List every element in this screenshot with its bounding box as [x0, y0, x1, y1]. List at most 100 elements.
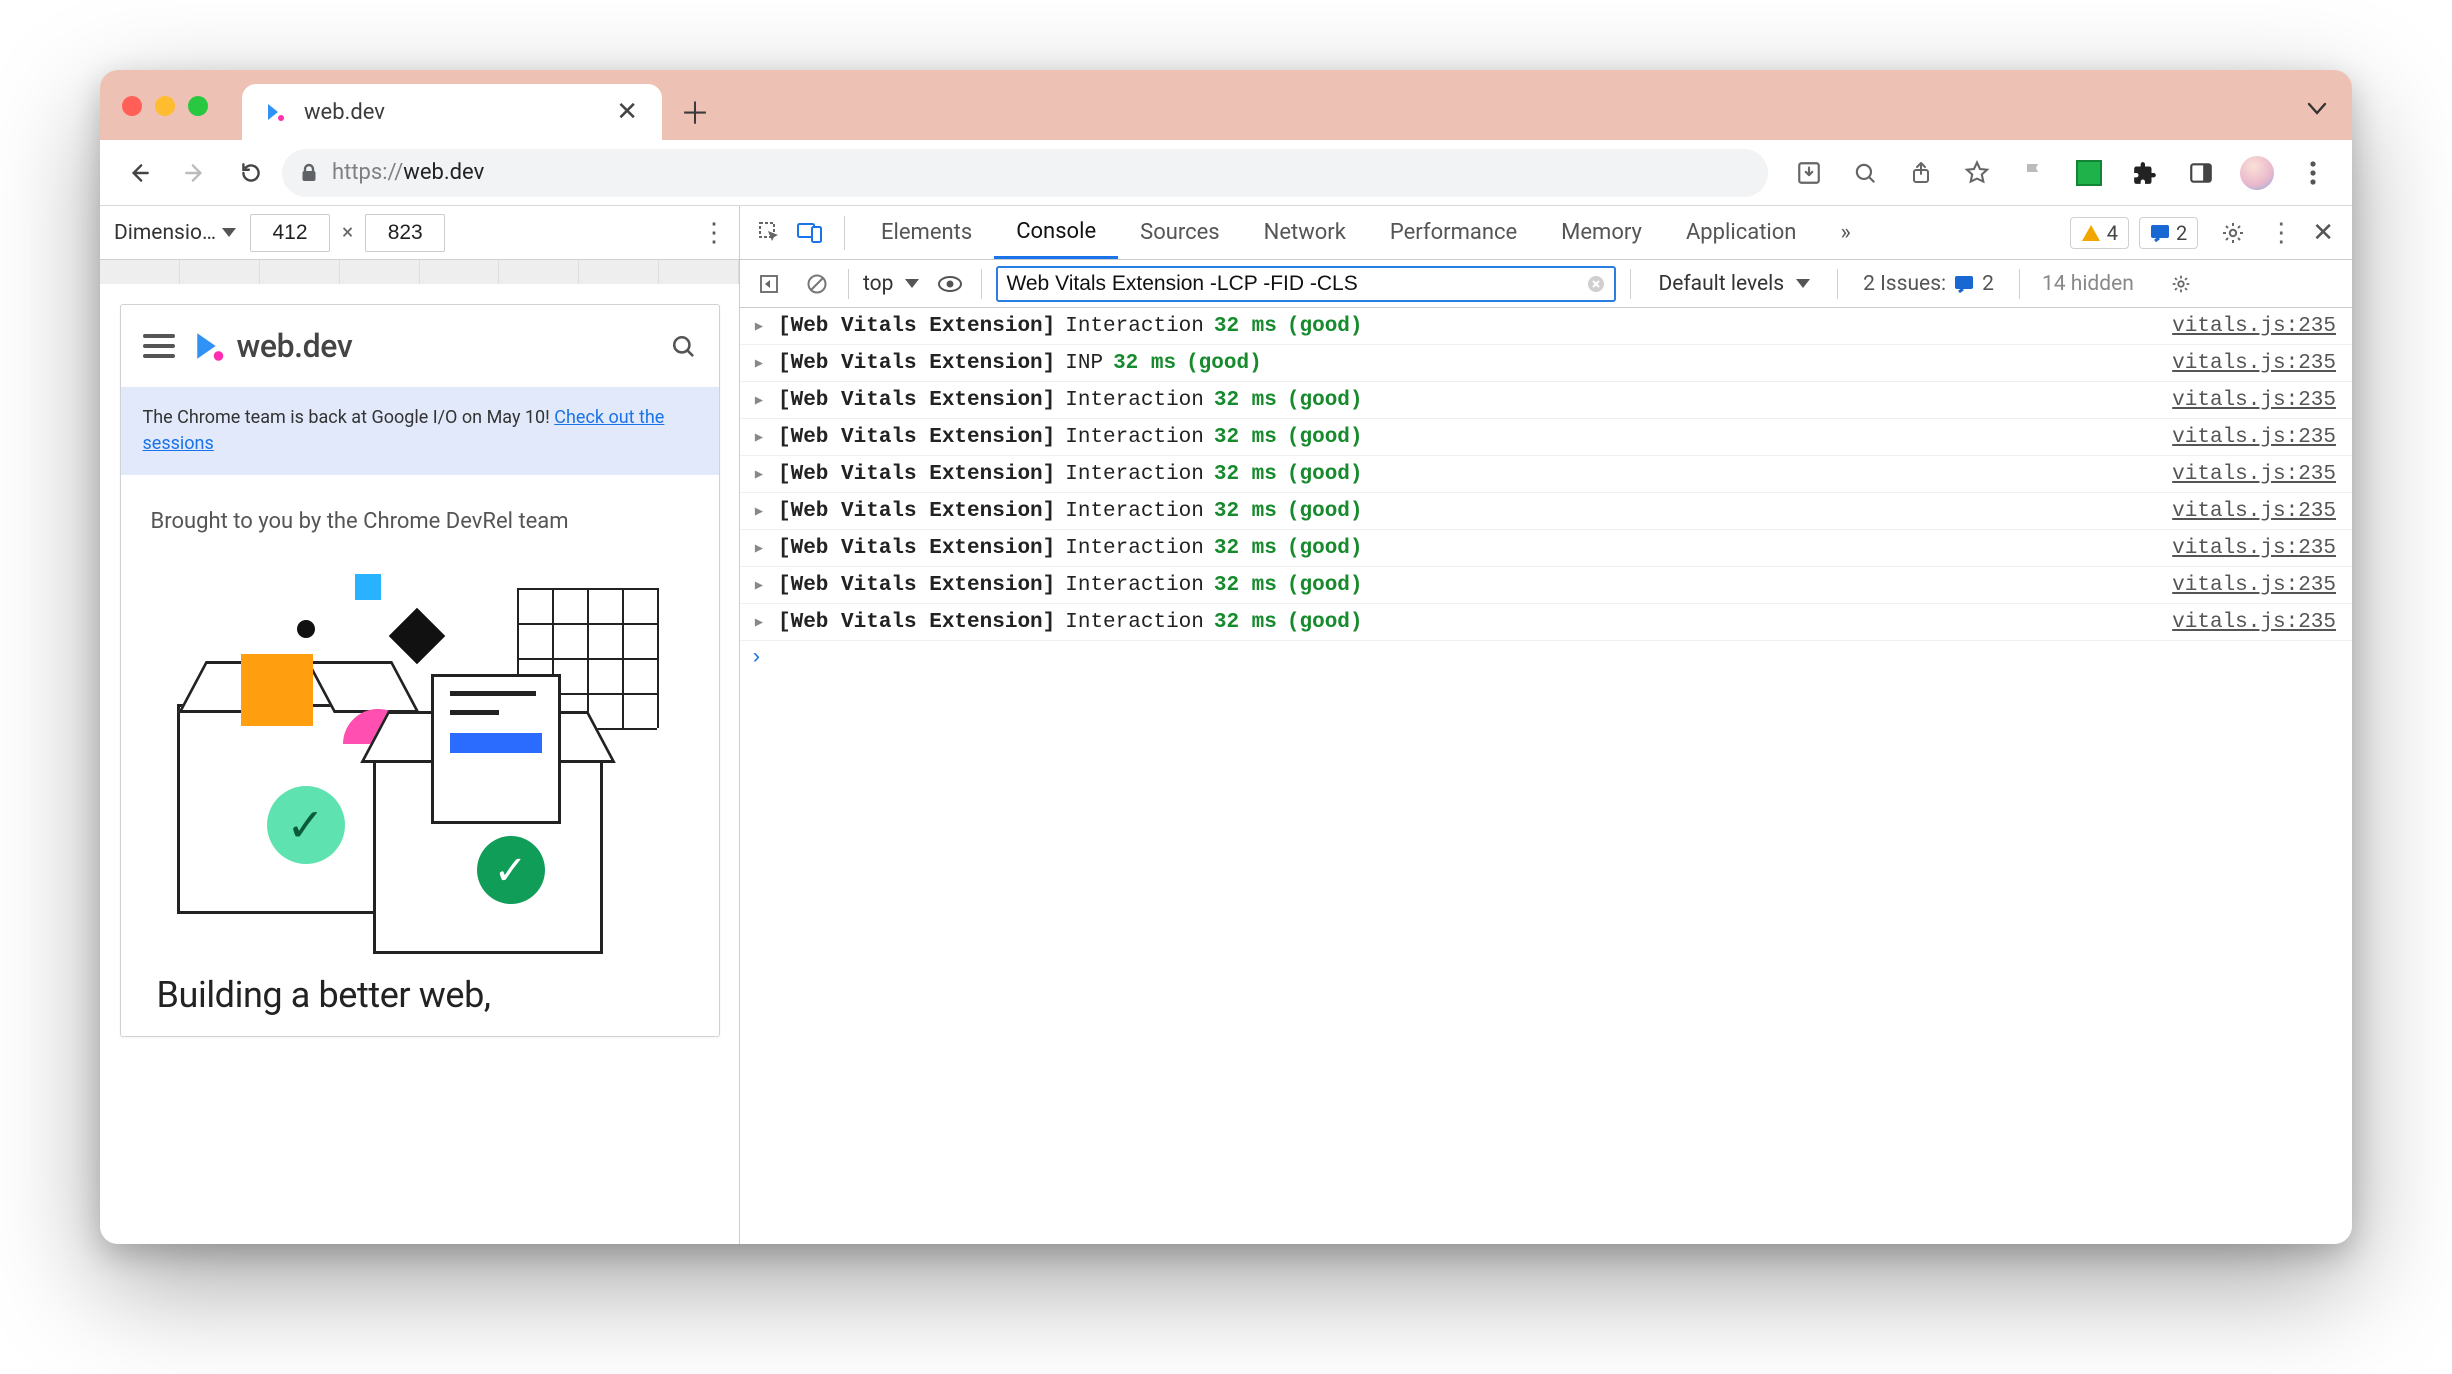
side-panel-button[interactable]	[2176, 148, 2226, 198]
log-source-link[interactable]: vitals.js:235	[2172, 315, 2336, 338]
console-sidebar-toggle[interactable]	[752, 259, 786, 309]
inspect-element-button[interactable]	[750, 208, 790, 258]
console-filter-input[interactable]	[996, 266, 1616, 302]
log-source-tag: [Web Vitals Extension]	[778, 611, 1055, 634]
devtools-settings-button[interactable]	[2208, 208, 2258, 258]
browser-tab[interactable]: web.dev ✕	[242, 84, 662, 140]
device-height-input[interactable]	[365, 214, 445, 252]
console-output[interactable]: ▸ [Web Vitals Extension] Interaction 32 m…	[740, 308, 2352, 1244]
banner-text: The Chrome team is back at Google I/O on…	[143, 407, 555, 428]
share-button[interactable]	[1896, 148, 1946, 198]
log-source-tag: [Web Vitals Extension]	[778, 352, 1055, 375]
device-width-input[interactable]	[250, 214, 330, 252]
site-logo[interactable]: web.dev	[193, 327, 353, 365]
devtools-close-button[interactable]: ✕	[2304, 218, 2342, 248]
live-expression-button[interactable]	[933, 259, 967, 309]
devtools-tab-performance[interactable]: Performance	[1368, 206, 1539, 259]
devtools-tabs-overflow[interactable]: »	[1818, 206, 1872, 259]
log-source-link[interactable]: vitals.js:235	[2172, 426, 2336, 449]
console-filter-field[interactable]	[1006, 272, 1586, 296]
tab-close-button[interactable]: ✕	[610, 97, 644, 127]
log-metric: Interaction	[1065, 389, 1204, 412]
device-toolbar-menu[interactable]: ⋮	[701, 218, 727, 248]
devtools-tab-memory[interactable]: Memory	[1539, 206, 1664, 259]
url-scheme: https://	[332, 160, 403, 185]
web-vitals-extension-icon[interactable]	[2064, 148, 2114, 198]
device-toggle-button[interactable]	[790, 208, 830, 258]
devtools-tab-elements[interactable]: Elements	[859, 206, 994, 259]
clear-filter-button[interactable]	[1586, 274, 1606, 294]
log-metric: INP	[1065, 352, 1103, 375]
log-metric: Interaction	[1065, 537, 1204, 560]
device-viewport[interactable]: web.dev The Chrome team is back at Googl…	[100, 284, 739, 1244]
issues-button[interactable]: 2 Issues: 2	[1852, 267, 2005, 301]
log-source-link[interactable]: vitals.js:235	[2172, 463, 2336, 486]
device-toolbar: Dimensio… × ⋮	[100, 206, 739, 260]
extensions-button[interactable]	[2120, 148, 2170, 198]
console-row[interactable]: ▸[Web Vitals Extension] Interaction 32 m…	[740, 308, 2352, 345]
expand-icon[interactable]: ▸	[750, 535, 768, 561]
console-row[interactable]: ▸[Web Vitals Extension] Interaction 32 m…	[740, 382, 2352, 419]
log-rating: (good)	[1287, 426, 1363, 449]
window-zoom-button[interactable]	[188, 96, 208, 116]
hidden-messages-count[interactable]: 14 hidden	[2034, 272, 2142, 296]
new-tab-button[interactable]: ＋	[672, 88, 718, 134]
warnings-chip[interactable]: 4	[2070, 217, 2129, 249]
context-select[interactable]: top	[863, 272, 919, 296]
console-row[interactable]: ▸[Web Vitals Extension] Interaction 32 m…	[740, 530, 2352, 567]
expand-icon[interactable]: ▸	[750, 350, 768, 376]
log-source-link[interactable]: vitals.js:235	[2172, 537, 2336, 560]
console-row[interactable]: ▸[Web Vitals Extension] Interaction 32 m…	[740, 493, 2352, 530]
clear-console-button[interactable]	[800, 259, 834, 309]
profile-avatar[interactable]	[2232, 148, 2282, 198]
zoom-button[interactable]	[1840, 148, 1890, 198]
expand-icon[interactable]: ▸	[750, 609, 768, 635]
log-source-tag: [Web Vitals Extension]	[778, 426, 1055, 449]
tabs-menu-button[interactable]	[2294, 86, 2340, 132]
back-button[interactable]	[114, 148, 164, 198]
console-row[interactable]: ▸[Web Vitals Extension] Interaction 32 m…	[740, 567, 2352, 604]
devtools-tab-network[interactable]: Network	[1242, 206, 1368, 259]
console-prompt[interactable]: ›	[740, 641, 2352, 676]
devtools-tab-sources[interactable]: Sources	[1118, 206, 1242, 259]
install-app-button[interactable]	[1784, 148, 1834, 198]
flag-extension-icon[interactable]	[2008, 148, 2058, 198]
search-icon[interactable]	[669, 332, 697, 360]
expand-icon[interactable]: ▸	[750, 572, 768, 598]
log-metric: Interaction	[1065, 500, 1204, 523]
console-settings-button[interactable]	[2156, 259, 2206, 309]
expand-icon[interactable]: ▸	[750, 387, 768, 413]
log-value: 32 ms	[1214, 426, 1277, 449]
address-bar[interactable]: https://web.dev	[282, 149, 1768, 197]
log-value: 32 ms	[1214, 463, 1277, 486]
bookmark-button[interactable]	[1952, 148, 2002, 198]
console-row[interactable]: ▸[Web Vitals Extension] Interaction 32 m…	[740, 604, 2352, 641]
hamburger-icon[interactable]	[143, 334, 175, 358]
devtools-tabs: ElementsConsoleSourcesNetworkPerformance…	[740, 206, 2352, 260]
content-split: Dimensio… × ⋮	[100, 206, 2352, 1244]
chrome-menu-button[interactable]	[2288, 148, 2338, 198]
ruler	[100, 260, 739, 284]
log-source-link[interactable]: vitals.js:235	[2172, 389, 2336, 412]
reload-button[interactable]	[226, 148, 276, 198]
expand-icon[interactable]: ▸	[750, 313, 768, 339]
forward-button[interactable]	[170, 148, 220, 198]
console-row[interactable]: ▸[Web Vitals Extension] Interaction 32 m…	[740, 419, 2352, 456]
devtools-menu-button[interactable]: ⋮	[2258, 218, 2304, 248]
devtools-tab-application[interactable]: Application	[1664, 206, 1818, 259]
expand-icon[interactable]: ▸	[750, 498, 768, 524]
log-source-link[interactable]: vitals.js:235	[2172, 500, 2336, 523]
log-source-link[interactable]: vitals.js:235	[2172, 574, 2336, 597]
log-source-link[interactable]: vitals.js:235	[2172, 611, 2336, 634]
console-row[interactable]: ▸[Web Vitals Extension] INP 32 ms (good)…	[740, 345, 2352, 382]
window-close-button[interactable]	[122, 96, 142, 116]
log-level-select[interactable]: Default levels	[1645, 267, 1823, 301]
console-row[interactable]: ▸[Web Vitals Extension] Interaction 32 m…	[740, 456, 2352, 493]
expand-icon[interactable]: ▸	[750, 461, 768, 487]
messages-chip[interactable]: 2	[2139, 217, 2198, 249]
expand-icon[interactable]: ▸	[750, 424, 768, 450]
device-select[interactable]: Dimensio…	[112, 217, 238, 249]
log-source-link[interactable]: vitals.js:235	[2172, 352, 2336, 375]
window-minimize-button[interactable]	[155, 96, 175, 116]
devtools-tab-console[interactable]: Console	[994, 206, 1118, 259]
